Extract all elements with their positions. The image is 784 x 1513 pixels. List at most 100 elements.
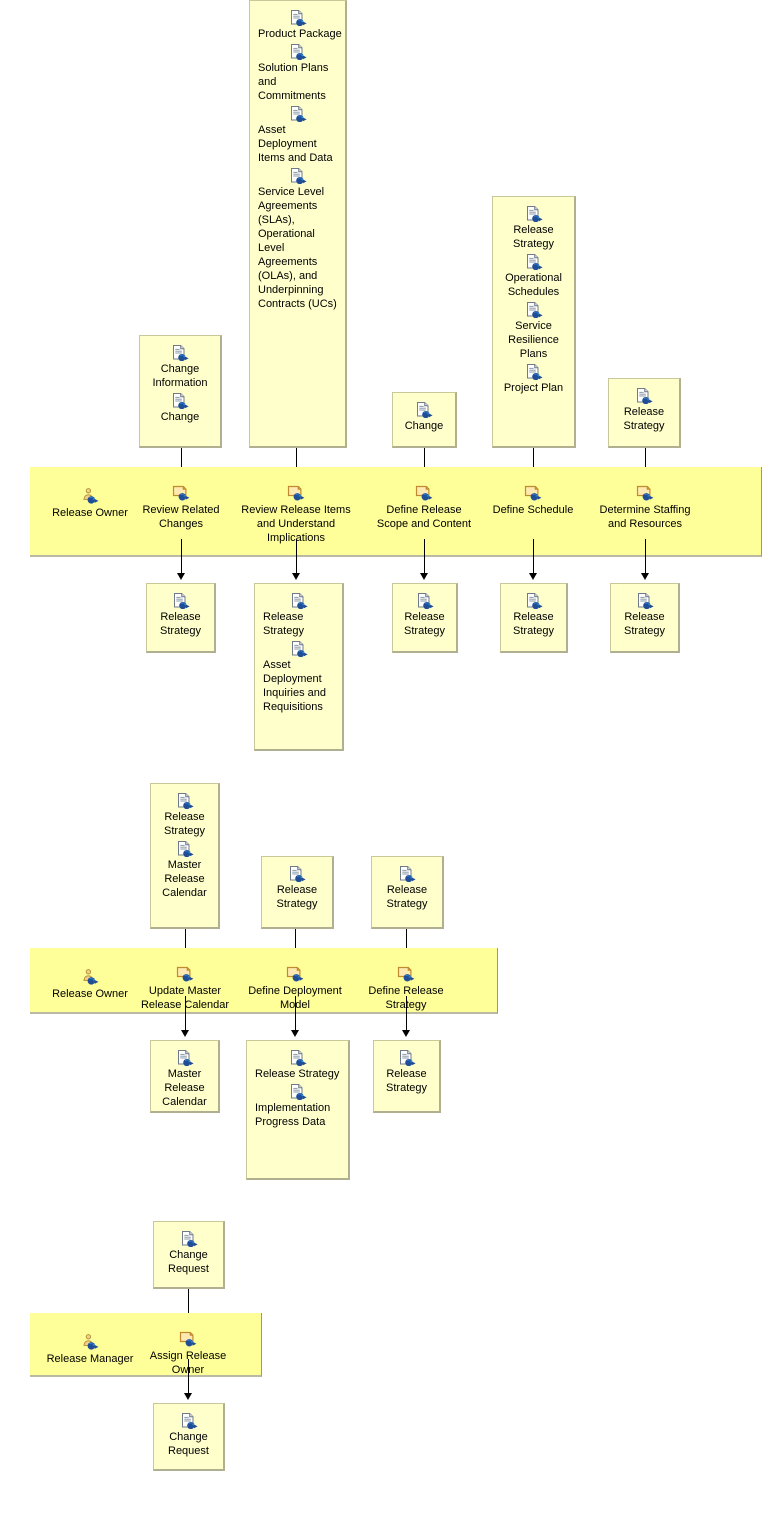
task-node[interactable]: Review Related Changes [138,482,224,531]
work-product[interactable]: Product Package [250,10,345,41]
work-product-label: Release Strategy [624,611,665,637]
work-product[interactable]: Master Release Calendar [151,1050,218,1109]
work-product[interactable]: Master Release Calendar [151,841,218,900]
work-product-label: Change [404,420,444,432]
work-product-label: Asset Deployment Inquiries and Requisiti… [263,659,326,713]
work-product[interactable]: Project Plan [493,364,574,395]
work-product-icon [173,393,189,409]
connector-arrowhead [641,573,649,580]
process-diagram-canvas: Product Package Solution Plans and Commit… [0,0,784,1513]
role-icon [83,488,99,504]
output-work-product-box[interactable]: Release Strategy [500,583,568,653]
work-product[interactable]: Asset Deployment Items and Data [250,106,345,165]
work-product-icon [290,866,306,882]
work-product-icon [291,641,308,657]
work-product[interactable]: Release Strategy [151,793,218,838]
work-product[interactable]: Change Request [154,1413,223,1458]
output-work-product-box[interactable]: Release Strategy [392,583,458,653]
work-product-icon [181,1231,198,1247]
role-node[interactable]: Release Owner [40,485,140,520]
task-node[interactable]: Review Release Items and Understand Impl… [241,482,351,545]
work-product[interactable]: Operational Schedules [493,254,574,299]
work-product[interactable]: Asset Deployment Inquiries and Requisiti… [255,641,342,714]
work-product[interactable]: Release Strategy [147,593,214,638]
work-product[interactable]: Service Level Agreements (SLAs), Operati… [250,168,345,311]
output-work-product-box[interactable]: Master Release Calendar [150,1040,220,1113]
work-product[interactable]: Release Strategy [372,866,442,911]
work-product-label: Release Strategy [404,611,445,637]
work-product-icon [526,593,543,609]
role-icon [83,969,99,985]
output-work-product-box[interactable]: Change Request [153,1403,225,1471]
input-work-product-box[interactable]: Release Strategy [261,856,334,929]
connector-arrowhead [184,1393,192,1400]
output-work-product-box[interactable]: Release Strategy Asset Deployment Inquiri… [254,583,344,751]
input-work-product-box[interactable]: Release Strategy Master Release Calendar [150,783,220,929]
role-label: Release Owner [52,988,128,1000]
task-icon [176,966,194,982]
work-product[interactable]: Release Strategy [609,388,679,433]
work-product-icon [399,1050,416,1066]
input-work-product-box[interactable]: Change [392,392,457,448]
output-work-product-box[interactable]: Release Strategy [373,1040,441,1113]
work-product-icon [417,402,433,418]
input-work-product-box[interactable]: Release Strategy [608,378,681,448]
work-product[interactable]: Change [140,393,220,424]
work-product-icon [290,168,307,184]
work-product-label: Product Package [258,28,342,40]
work-product-label: Solution Plans and Commitments [258,62,329,102]
work-product-label: Release Strategy [164,811,205,837]
work-product[interactable]: Change Information [140,345,220,390]
work-product-label: Change Request [168,1249,209,1275]
connector-arrowhead [291,1030,299,1037]
input-work-product-box[interactable]: Product Package Solution Plans and Commit… [249,0,347,448]
work-product-label: Change [160,411,200,423]
work-product-label: Service Level Agreements (SLAs), Operati… [258,186,337,310]
input-work-product-box[interactable]: Release Strategy Operational Schedules Ser… [492,196,576,448]
work-product-icon [290,106,307,122]
work-product[interactable]: Change Request [154,1231,223,1276]
role-node[interactable]: Release Manager [40,1331,140,1366]
task-label: Define Schedule [492,504,574,516]
work-product-label: Service Resilience Plans [508,320,559,360]
work-product-icon [173,345,189,361]
role-label: Release Manager [46,1353,134,1365]
task-icon [286,966,304,982]
work-product-label: Change Information [152,363,208,389]
work-product[interactable]: Release Strategy [255,593,342,638]
work-product-label: Release Strategy [255,1068,340,1080]
work-product[interactable]: Release Strategy [611,593,678,638]
task-node[interactable]: Determine Staffing and Resources [594,482,696,531]
task-node[interactable]: Define Schedule [486,482,580,517]
connector-arrowhead [292,573,300,580]
work-product-label: Master Release Calendar [162,1068,207,1108]
work-product[interactable]: Implementation Progress Data [247,1084,348,1129]
output-work-product-box[interactable]: Release Strategy [146,583,216,653]
connector-line [295,996,296,1031]
task-icon [172,485,190,501]
input-work-product-box[interactable]: Change Request [153,1221,225,1289]
work-product[interactable]: Release Strategy [247,1050,348,1081]
task-node[interactable]: Define Release Scope and Content [374,482,474,531]
connector-line [533,539,534,574]
work-product-icon [177,841,194,857]
role-node[interactable]: Release Owner [40,966,140,1001]
work-product[interactable]: Release Strategy [493,206,574,251]
connector-line [296,539,297,574]
output-work-product-box[interactable]: Release Strategy Implementation Progress … [246,1040,350,1180]
work-product[interactable]: Release Strategy [393,593,456,638]
work-product-icon [181,1413,198,1429]
task-icon [524,485,542,501]
work-product[interactable]: Solution Plans and Commitments [250,44,345,103]
input-work-product-box[interactable]: Release Strategy [371,856,444,929]
work-product[interactable]: Release Strategy [262,866,332,911]
work-product[interactable]: Release Strategy [501,593,566,638]
output-work-product-box[interactable]: Release Strategy [610,583,680,653]
work-product[interactable]: Change [393,402,455,433]
input-work-product-box[interactable]: Change Information Change [139,335,222,448]
connector-line [188,1359,189,1394]
work-product-icon [290,44,307,60]
work-product[interactable]: Service Resilience Plans [493,302,574,361]
connector-arrowhead [181,1030,189,1037]
work-product[interactable]: Release Strategy [374,1050,439,1095]
